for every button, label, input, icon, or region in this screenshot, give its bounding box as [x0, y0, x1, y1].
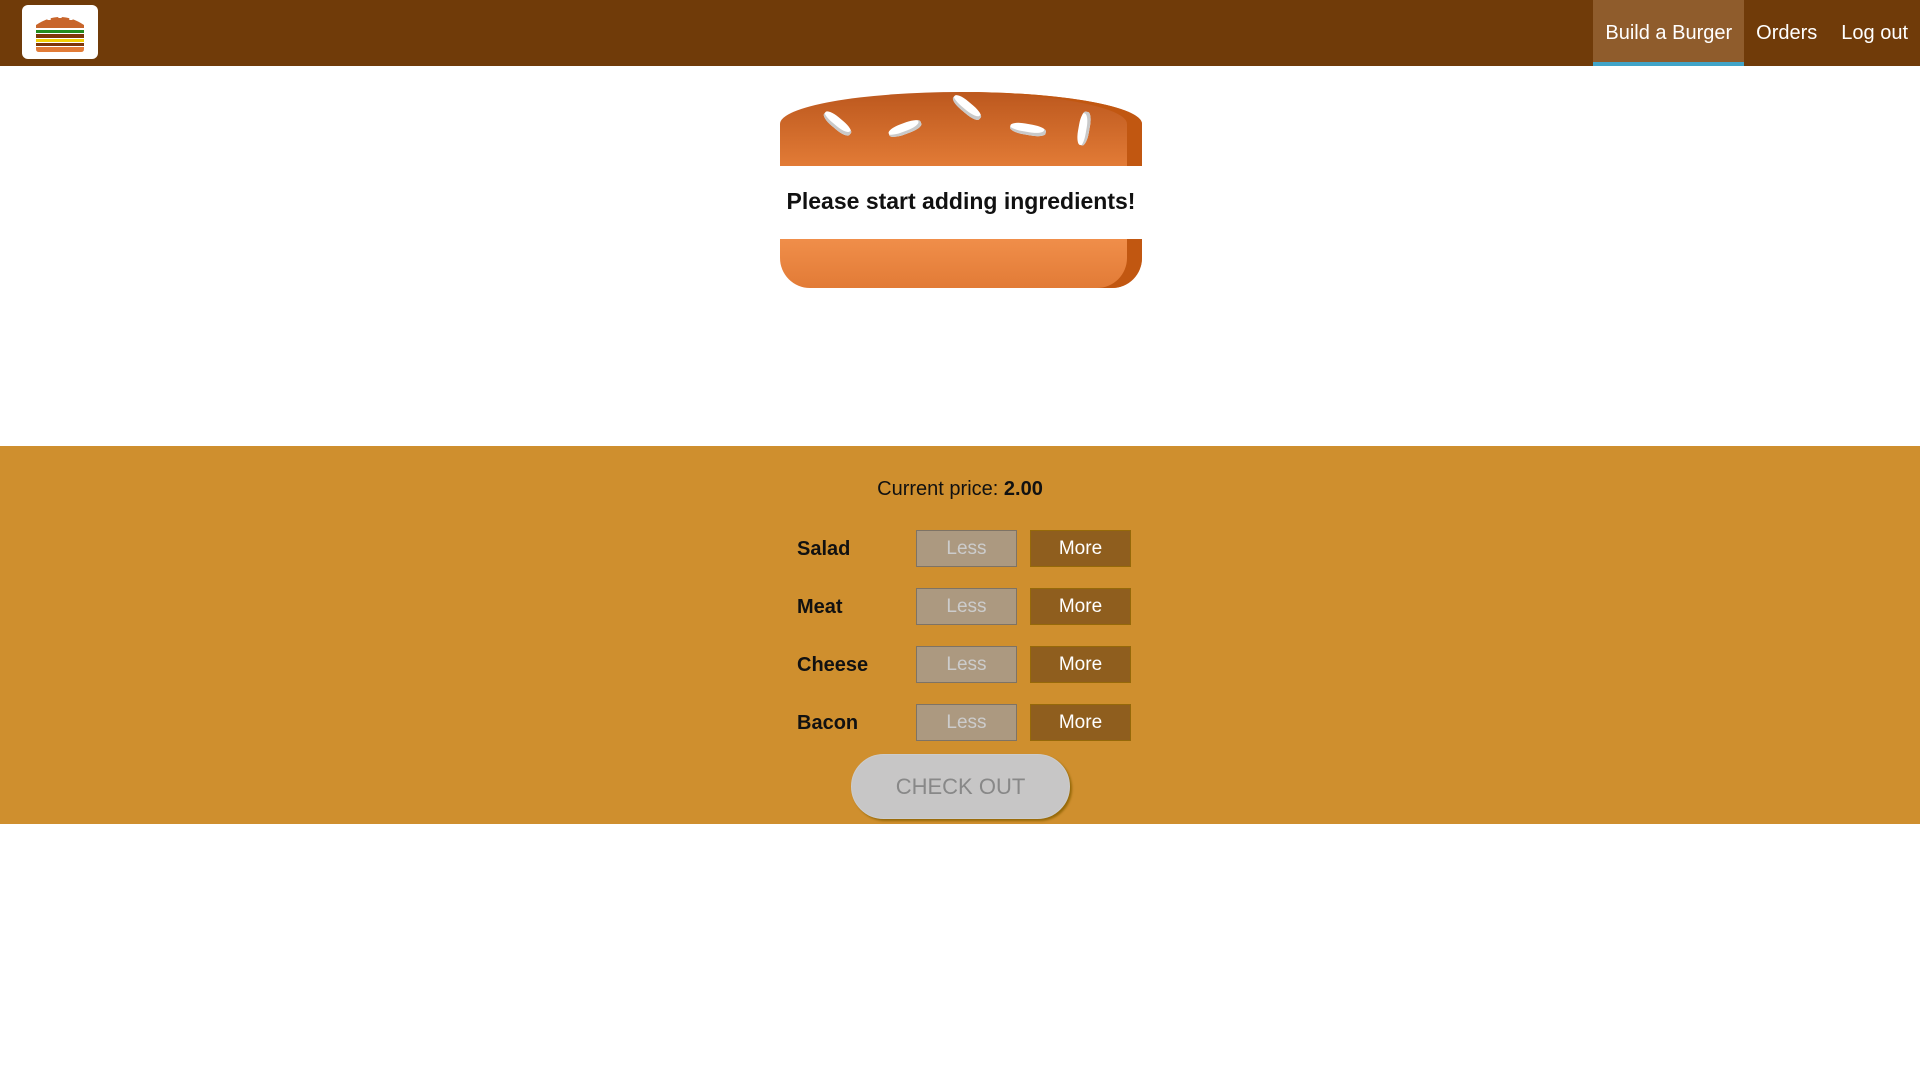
sesame-seed [1009, 120, 1047, 139]
ingredient-control-cheese: Cheese Less More [797, 646, 1133, 684]
ingredient-control-meat: Meat Less More [797, 588, 1133, 626]
ingredient-control-salad: Salad Less More [797, 530, 1133, 568]
meat-less-button[interactable]: Less [916, 588, 1017, 625]
current-price: Current price: 2.00 [0, 478, 1920, 501]
checkout-button[interactable]: CHECK OUT [851, 754, 1070, 819]
nav-build-burger[interactable]: Build a Burger [1593, 0, 1745, 66]
sesame-seed [821, 108, 854, 139]
nav-orders[interactable]: Orders [1744, 0, 1829, 66]
main-nav: Build a Burger Orders Log out [1593, 0, 1920, 66]
ingredient-label: Salad [797, 538, 851, 560]
ingredient-label: Bacon [797, 712, 859, 734]
price-value: 2.00 [1003, 478, 1043, 500]
build-controls: Current price: 2.00 Salad Less More Meat… [0, 446, 1920, 824]
bread-top [780, 92, 1142, 166]
cheese-less-button[interactable]: Less [916, 646, 1017, 683]
bread-bottom [780, 239, 1142, 288]
ingredient-label: Cheese [797, 654, 869, 676]
sesame-seed [1075, 110, 1093, 147]
ingredient-control-bacon: Bacon Less More [797, 704, 1133, 742]
bacon-less-button[interactable]: Less [916, 704, 1017, 741]
toolbar: Build a Burger Orders Log out [0, 0, 1920, 66]
salad-less-button[interactable]: Less [916, 530, 1017, 567]
salad-more-button[interactable]: More [1030, 530, 1131, 567]
burger-preview: Please start adding ingredients! [780, 92, 1142, 288]
cheese-more-button[interactable]: More [1030, 646, 1131, 683]
ingredient-label: Meat [797, 596, 843, 618]
meat-more-button[interactable]: More [1030, 588, 1131, 625]
price-label: Current price: [877, 478, 999, 500]
bacon-more-button[interactable]: More [1030, 704, 1131, 741]
sesame-seed [887, 117, 923, 140]
burger-logo-icon[interactable] [22, 5, 98, 59]
nav-logout[interactable]: Log out [1829, 0, 1920, 66]
empty-burger-message: Please start adding ingredients! [786, 188, 1136, 214]
sesame-seed [950, 92, 984, 123]
